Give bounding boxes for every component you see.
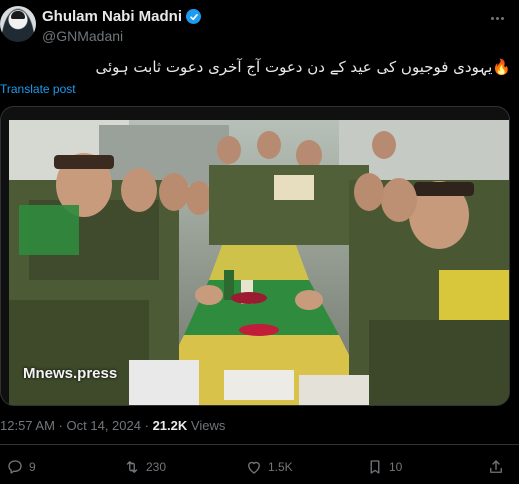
tweet-date[interactable]: Oct 14, 2024 — [67, 418, 141, 433]
tweet-body: یہودی فوجیوں کی عید کے دن دعوت آج آخری د… — [95, 58, 493, 76]
fire-emoji: 🔥 — [492, 58, 511, 76]
views-label: Views — [190, 418, 226, 433]
avatar[interactable] — [0, 6, 36, 42]
media-photo[interactable]: Mnews.press — [9, 120, 509, 405]
translate-post-link[interactable]: Translate post — [0, 82, 76, 96]
media-watermark: Mnews.press — [23, 365, 118, 382]
verified-badge-icon[interactable] — [186, 9, 202, 24]
author-name-row[interactable]: Ghulam Nabi Madni — [42, 8, 202, 25]
tweet-media[interactable]: Mnews.press — [0, 106, 510, 406]
repost-button[interactable]: 230 — [123, 456, 166, 478]
share-icon — [490, 460, 502, 473]
tweet-text: 🔥یہودی فوجیوں کی عید کے دن دعوت آج آخری … — [95, 58, 511, 76]
author-handle[interactable]: @GNMadani — [42, 28, 123, 44]
views-count: 21.2K — [152, 418, 188, 433]
reply-button[interactable]: 9 — [6, 456, 36, 478]
photo-scene — [9, 120, 509, 405]
author-name[interactable]: Ghulam Nabi Madni — [42, 8, 182, 25]
share-button[interactable] — [487, 456, 505, 478]
reply-count: 9 — [29, 460, 36, 474]
repost-icon — [126, 461, 138, 473]
like-count: 1.5K — [268, 460, 293, 474]
like-icon — [248, 461, 260, 474]
tweet-time[interactable]: 12:57 AM — [0, 418, 55, 433]
bookmark-count: 10 — [389, 460, 403, 474]
divider — [0, 444, 519, 445]
reply-icon — [8, 460, 22, 474]
meta-separator-2: · — [144, 418, 149, 433]
more-icon[interactable] — [485, 6, 509, 30]
like-button[interactable]: 1.5K — [245, 456, 293, 478]
bookmark-button[interactable]: 10 — [366, 456, 402, 478]
tweet-header: Ghulam Nabi Madni @GNMadani — [0, 0, 519, 50]
bookmark-icon — [370, 460, 380, 474]
tweet-meta: 12:57 AM · Oct 14, 2024 · 21.2K Views — [0, 418, 225, 433]
meta-separator: · — [58, 418, 63, 433]
tweet-actions: 9 230 1.5K 10 — [0, 456, 519, 480]
repost-count: 230 — [146, 460, 167, 474]
